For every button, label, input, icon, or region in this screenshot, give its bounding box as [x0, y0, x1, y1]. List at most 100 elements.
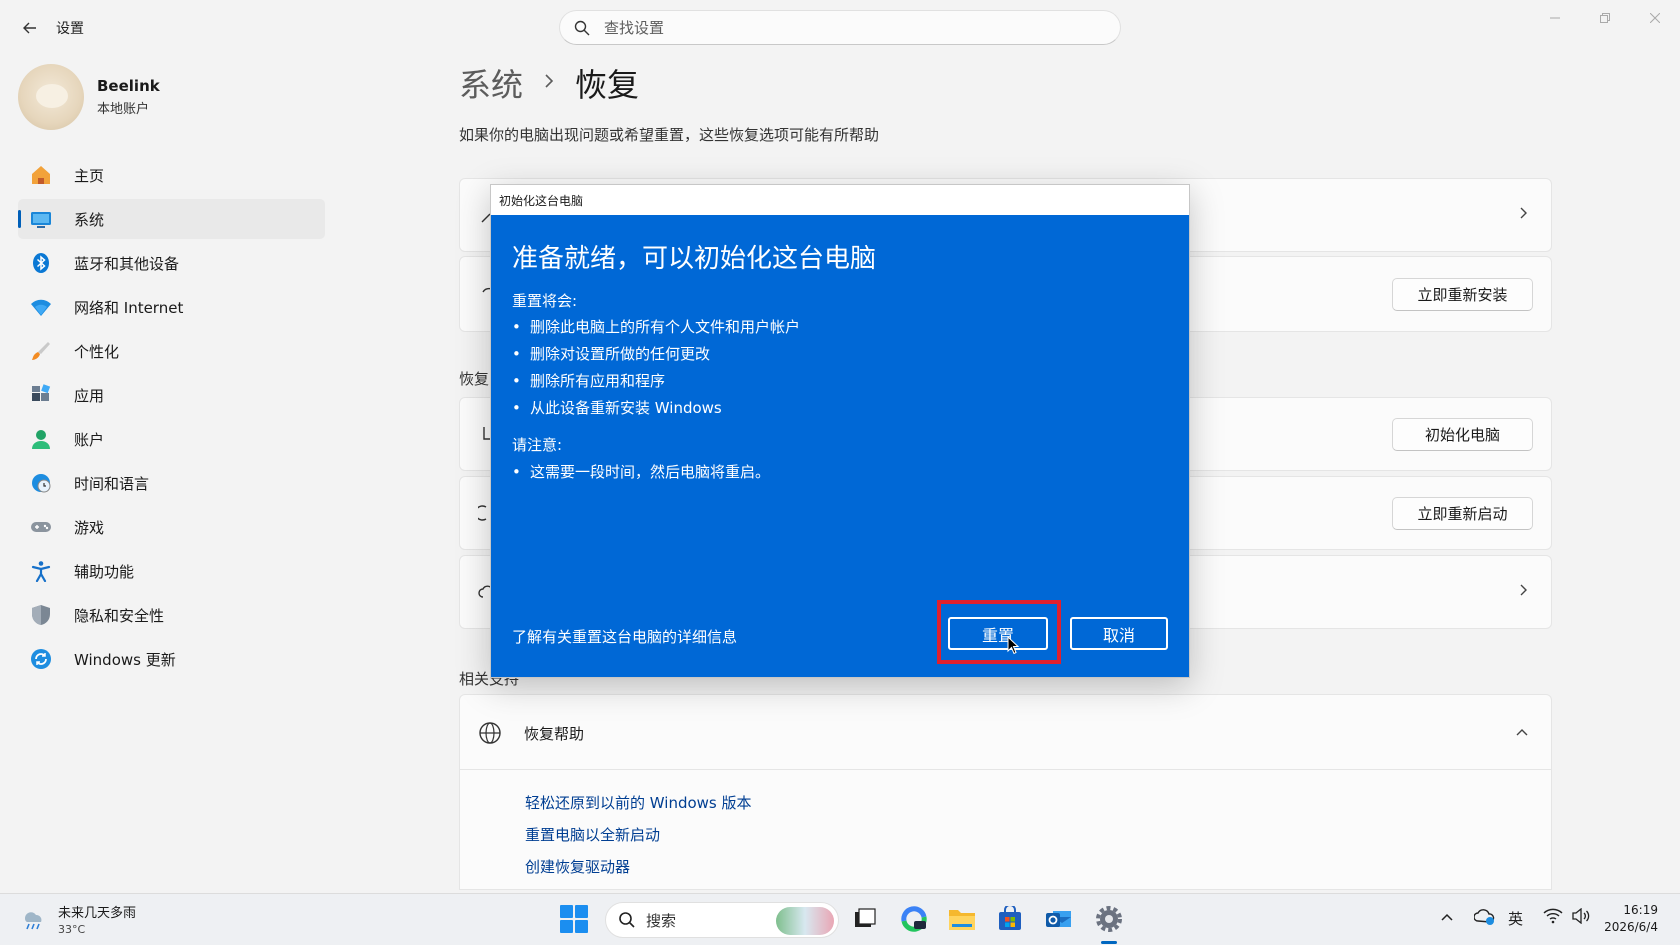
active-app-indicator — [1101, 941, 1117, 944]
help-link-recovery-drive[interactable]: 创建恢复驱动器 — [525, 856, 630, 877]
input-method-indicator[interactable]: 英 — [1508, 908, 1523, 929]
brush-icon — [28, 338, 54, 364]
dialog-note-label: 请注意: — [512, 436, 563, 454]
clock-time: 16:19 — [1623, 903, 1658, 917]
globe-icon — [478, 721, 502, 749]
chevron-up-icon[interactable] — [1515, 723, 1529, 741]
sidebar-item-label: Windows 更新 — [74, 650, 176, 669]
sidebar-item-gaming[interactable]: 游戏 — [18, 507, 325, 547]
speaker-icon — [1572, 907, 1590, 925]
gamepad-icon — [28, 514, 54, 540]
recovery-help-header[interactable]: 恢复帮助 — [459, 694, 1552, 770]
breadcrumb-parent[interactable]: 系统 — [459, 60, 523, 106]
learn-more-link[interactable]: 了解有关重置这台电脑的详细信息 — [512, 626, 737, 647]
settings-taskbar-button[interactable] — [1093, 903, 1125, 935]
sidebar-item-accounts[interactable]: 账户 — [18, 419, 325, 459]
search-highlight-image — [776, 907, 834, 935]
search-input[interactable] — [604, 18, 1064, 37]
help-link-reset-fresh[interactable]: 重置电脑以全新启动 — [525, 824, 660, 845]
sidebar-item-personalization[interactable]: 个性化 — [18, 331, 325, 371]
clock-date: 2026/6/4 — [1604, 920, 1658, 934]
sidebar-item-label: 主页 — [74, 166, 105, 185]
outlook-icon — [1046, 911, 1071, 927]
chevron-right-icon — [543, 71, 555, 96]
system-icon — [28, 206, 54, 232]
onedrive-tray-button[interactable] — [1473, 907, 1496, 931]
file-explorer-button[interactable] — [946, 903, 978, 935]
app-title: 设置 — [56, 21, 84, 37]
sidebar-item-bluetooth[interactable]: 蓝牙和其他设备 — [18, 243, 325, 283]
sidebar-nav: 主页 系统 蓝牙和其他设备 网络和 Internet 个性化 应用 账户 时间和… — [18, 155, 325, 683]
restore-icon — [1600, 13, 1610, 23]
account-icon — [28, 426, 54, 452]
minimize-button[interactable] — [1530, 0, 1580, 36]
sidebar-item-apps[interactable]: 应用 — [18, 375, 325, 415]
copilot-button[interactable] — [898, 903, 930, 935]
sidebar-item-system[interactable]: 系统 — [18, 199, 325, 239]
help-link-rollback[interactable]: 轻松还原到以前的 Windows 版本 — [525, 792, 752, 813]
cancel-button[interactable]: 取消 — [1070, 617, 1168, 650]
list-item: • 这需要一段时间，然后电脑将重启。 — [512, 462, 771, 482]
maximize-button[interactable] — [1580, 0, 1630, 36]
profile-name: Beelink — [97, 77, 160, 95]
search-icon — [574, 20, 590, 35]
sidebar-item-privacy[interactable]: 隐私和安全性 — [18, 595, 325, 635]
sidebar-item-windows-update[interactable]: Windows 更新 — [18, 639, 325, 679]
back-button[interactable] — [16, 14, 44, 42]
taskbar-clock[interactable]: 16:19 2026/6/4 — [1604, 902, 1658, 936]
close-button[interactable] — [1630, 0, 1680, 36]
settings-search[interactable] — [559, 10, 1121, 45]
wifi-tray-button[interactable] — [1543, 908, 1563, 928]
sidebar-item-label: 辅助功能 — [74, 562, 135, 581]
user-profile[interactable]: Beelink 本地账户 — [18, 62, 160, 132]
gear-icon — [1096, 906, 1122, 932]
chevron-right-icon — [1519, 582, 1529, 601]
sidebar-item-time-language[interactable]: 时间和语言 — [18, 463, 325, 503]
restart-now-button[interactable]: 立即重新启动 — [1392, 497, 1533, 530]
dialog-title: 初始化这台电脑 — [491, 185, 1189, 215]
window-controls — [1530, 0, 1680, 36]
home-icon — [28, 162, 54, 188]
store-button[interactable] — [994, 903, 1026, 935]
store-icon — [999, 906, 1021, 930]
reinstall-now-button[interactable]: 立即重新安装 — [1392, 278, 1533, 311]
list-item: • 删除此电脑上的所有个人文件和用户帐户 — [512, 317, 801, 337]
dialog-will-label: 重置将会: — [512, 292, 578, 310]
sidebar-item-accessibility[interactable]: 辅助功能 — [18, 551, 325, 591]
rain-cloud-icon — [24, 912, 42, 930]
sidebar-item-label: 游戏 — [74, 518, 105, 537]
sidebar-item-home[interactable]: 主页 — [18, 155, 325, 195]
sidebar-item-label: 系统 — [74, 210, 105, 229]
outlook-button[interactable] — [1043, 903, 1075, 935]
globe-clock-icon — [28, 470, 54, 496]
weather-widget[interactable]: 未来几天多雨 33°C — [20, 902, 136, 936]
recovery-help-title: 恢复帮助 — [524, 725, 585, 743]
recovery-section-label: 恢复 — [459, 370, 490, 388]
task-view-button[interactable] — [849, 903, 881, 935]
reset-button[interactable]: 重置 — [948, 617, 1048, 650]
list-item: • 删除所有应用和程序 — [512, 371, 666, 391]
close-icon — [1650, 13, 1660, 23]
sidebar-item-network[interactable]: 网络和 Internet — [18, 287, 325, 327]
update-icon — [28, 646, 54, 672]
sidebar-item-label: 应用 — [74, 386, 105, 405]
sidebar-item-label: 账户 — [74, 430, 105, 449]
taskbar-search-label: 搜索 — [646, 911, 677, 930]
sidebar-item-label: 个性化 — [74, 342, 120, 361]
taskbar: 未来几天多雨 33°C 搜索 英 16:19 2026/6/4 — [0, 893, 1680, 945]
chevron-right-icon — [1519, 205, 1529, 224]
minimize-icon — [1550, 17, 1560, 19]
start-button[interactable] — [560, 905, 588, 933]
reset-pc-button[interactable]: 初始化电脑 — [1392, 418, 1533, 451]
apps-icon — [28, 382, 54, 408]
sidebar-item-label: 网络和 Internet — [74, 298, 184, 317]
taskbar-search[interactable]: 搜索 — [605, 902, 839, 938]
volume-tray-button[interactable] — [1571, 907, 1591, 928]
sidebar-item-label: 时间和语言 — [74, 474, 150, 493]
folder-icon — [949, 910, 975, 930]
show-hidden-icons-button[interactable] — [1440, 910, 1454, 926]
cloud-status-icon — [1473, 909, 1495, 925]
wifi-icon — [28, 294, 54, 320]
profile-account-type: 本地账户 — [97, 102, 150, 117]
avatar — [18, 64, 84, 130]
